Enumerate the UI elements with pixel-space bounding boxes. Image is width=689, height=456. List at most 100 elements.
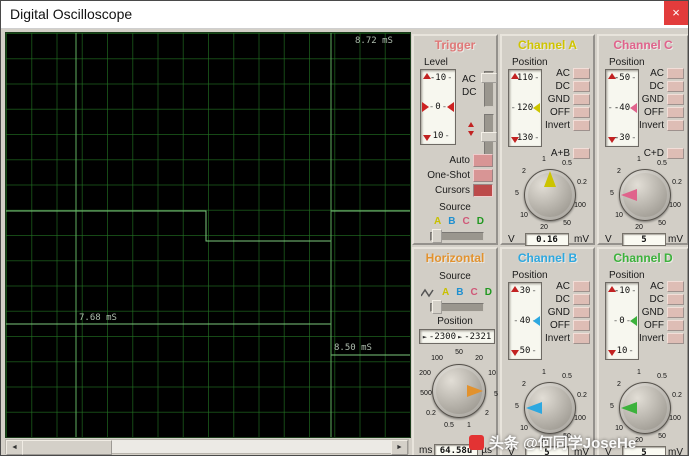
position-up-arrow-icon[interactable] [511,286,519,292]
channel-a-invert-button[interactable] [573,120,590,131]
knob-scale-value: 50 [451,349,467,356]
knob-scale-value: 2 [516,381,532,388]
trigger-edge-switch-handle[interactable] [481,132,497,142]
channel-b-position-display[interactable]: 30 40 50 [508,282,542,360]
knob-pointer-icon [526,401,550,415]
channel-d-off-button[interactable] [667,320,684,331]
channel-d-dc-button[interactable] [667,294,684,305]
dc-label: DC [556,81,570,92]
trigger-level-display[interactable]: -10 0 10 [420,69,456,145]
timebase-knob[interactable]: 0.2 0.5 1 2 5 10 20 50 100 200 500 [417,349,501,433]
channel-b-ac-button[interactable] [573,281,590,292]
position-down-arrow-icon[interactable] [608,137,616,143]
level-label: Level [424,57,448,68]
knob-scale-value: 2 [516,168,532,175]
channel-c-position-display[interactable]: -50 -40 -30 [605,69,639,147]
position-up-arrow-icon[interactable] [511,73,519,79]
gnd-label: GND [548,94,570,105]
horizontal-source-slider-handle[interactable] [432,300,442,314]
position-down-arrow-icon[interactable] [511,350,519,356]
source-b-label: B [456,287,463,298]
knob-pointer-icon [543,171,557,195]
scroll-right-button[interactable]: ► [391,440,408,455]
channel-b-invert-button[interactable] [573,333,590,344]
gnd-label: GND [642,307,664,318]
knob-scale-value: 200 [416,370,434,377]
channel-c-invert-button[interactable] [667,120,684,131]
window-title: Digital Oscilloscope [10,6,132,22]
knob-scale-value: 1 [631,156,647,163]
channel-c-ac-button[interactable] [667,68,684,79]
knob-scale-value: 50 [559,220,575,227]
knob-scale-value: 0.5 [654,160,670,167]
knob-scale-value: 0.2 [574,392,590,399]
horizontal-position-display[interactable]: ► -2300 ► -2321 [419,329,495,344]
channel-a-dc-button[interactable] [573,81,590,92]
channel-a-scale-value: 0.16 [525,233,569,246]
channel-c-gain-knob[interactable]: 0.2 0.5 1 2 5 10 20 50 100 [606,156,684,234]
knob-scale-value: 1 [536,156,552,163]
invert-label: Invert [545,120,570,131]
knob-pointer-icon [459,384,483,398]
titlebar[interactable]: Digital Oscilloscope × [1,1,688,29]
knob-scale-value: 10 [516,425,532,432]
knob-scale-value: 0.2 [669,179,685,186]
cursors-button[interactable] [473,184,493,197]
channel-a-gnd-button[interactable] [573,94,590,105]
position-spinner-icon[interactable]: ► [458,333,462,341]
knob-scale-value: 2 [611,168,627,175]
channel-a-ac-button[interactable] [573,68,590,79]
position-down-arrow-icon[interactable] [511,137,519,143]
channel-b-off-button[interactable] [573,320,590,331]
channel-a-title: Channel A [502,38,593,52]
one-shot-button[interactable] [473,169,493,182]
invert-label: Invert [639,333,664,344]
channel-c-off-button[interactable] [667,107,684,118]
channel-d-position-display[interactable]: -10 0 10 [605,282,639,360]
ac-label: AC [556,68,570,79]
channel-d-gnd-button[interactable] [667,307,684,318]
channel-b-dc-button[interactable] [573,294,590,305]
channel-b-gnd-button[interactable] [573,307,590,318]
channel-d-ac-button[interactable] [667,281,684,292]
unit-millivolts-label: mV [668,447,683,456]
channel-d-invert-button[interactable] [667,333,684,344]
position-up-arrow-icon[interactable] [608,286,616,292]
scroll-left-button[interactable]: ◄ [6,440,23,455]
level-down-arrow-icon[interactable] [423,135,431,141]
channel-c-scale-value: 5 [622,233,666,246]
source-d-label: D [477,216,484,227]
close-button[interactable]: × [664,1,688,25]
oscilloscope-screen[interactable]: 8.72 mS 7.68 mS 8.50 mS [5,32,411,438]
auto-button[interactable] [473,154,493,167]
position-label: Position [609,270,645,281]
knob-scale-value: 2 [479,410,495,417]
trigger-source-letters: A B C D [434,216,484,227]
position-up-arrow-icon[interactable] [608,73,616,79]
horizontal-position-value: -2321 [464,332,491,342]
scroll-thumb[interactable] [22,440,112,455]
channel-c-gnd-button[interactable] [667,94,684,105]
channel-a-position-display[interactable]: 110 120 130 [508,69,542,147]
channel-a-off-button[interactable] [573,107,590,118]
level-up-arrow-icon[interactable] [423,73,431,79]
trigger-coupling-switch-handle[interactable] [481,73,497,83]
position-down-arrow-icon[interactable] [608,350,616,356]
channel-c-dc-button[interactable] [667,81,684,92]
ac-label: AC [650,281,664,292]
horizontal-panel: Horizontal Source A B C D Position ► -23… [412,247,498,456]
channel-a-gain-knob[interactable]: 0.2 0.5 1 2 5 10 20 50 100 [511,156,589,234]
knob-pointer-icon [621,188,645,202]
watermark-logo-icon [469,435,484,450]
knob-scale-value: 5 [509,190,525,197]
unit-ms-label: ms [419,445,432,456]
trigger-source-slider-handle[interactable] [432,229,442,243]
invert-label: Invert [639,120,664,131]
channel-c-title: Channel C [599,38,687,52]
close-icon: × [672,5,680,20]
knob-scale-value: 1 [461,422,477,429]
source-b-label: B [448,216,455,227]
position-spinner-icon[interactable]: ► [423,333,427,341]
h-scrollbar[interactable]: ◄ ► [5,439,409,454]
source-a-label: A [442,287,449,298]
